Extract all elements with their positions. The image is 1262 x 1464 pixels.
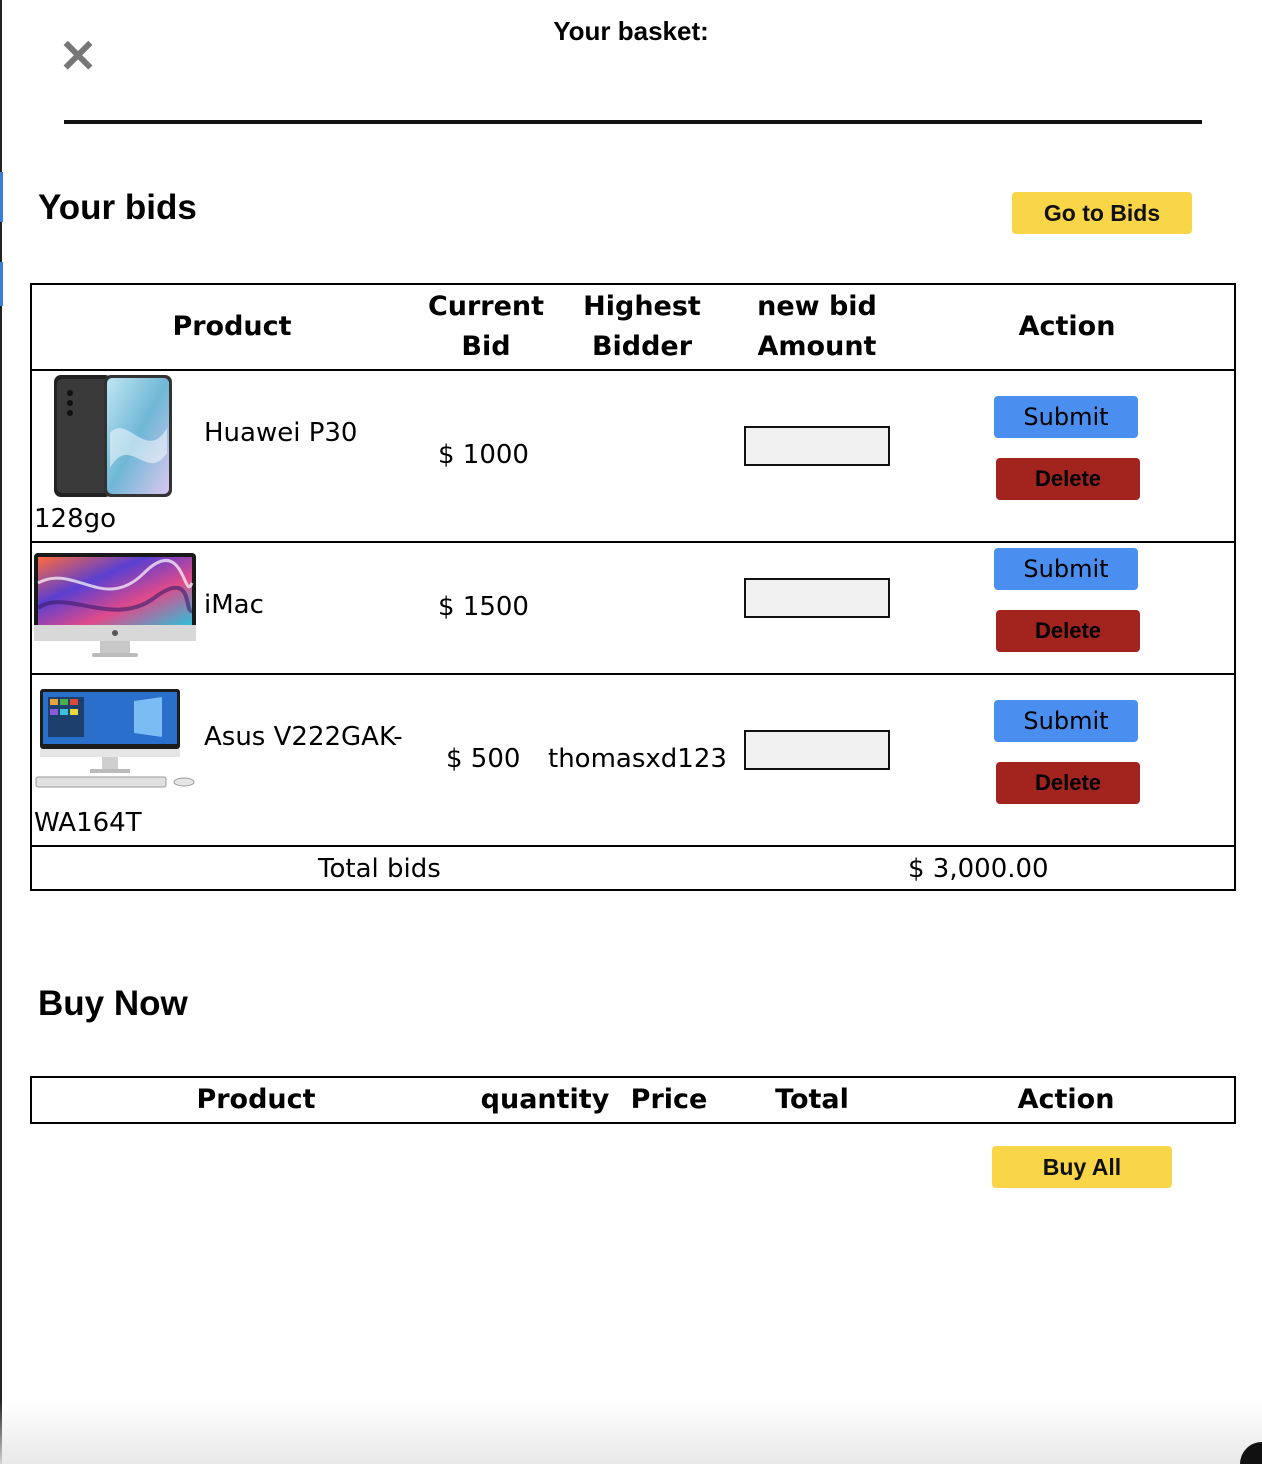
submit-bid-button[interactable]: Submit [994, 700, 1138, 742]
delete-bid-button[interactable]: Delete [996, 458, 1140, 500]
product-name: Huawei P30 [204, 418, 358, 448]
new-bid-input[interactable] [744, 426, 890, 466]
buy-all-button[interactable]: Buy All [992, 1146, 1172, 1188]
product-name: iMac [204, 590, 264, 620]
product-name-continued: WA164T [34, 808, 142, 838]
total-bids-label: Total bids [318, 854, 441, 884]
delete-bid-button[interactable]: Delete [996, 762, 1140, 804]
header-divider [64, 120, 1202, 124]
edge-accent [0, 262, 3, 306]
column-header-total: Total [775, 1084, 849, 1115]
column-header-highest-bidder-line2: Bidder [591, 331, 693, 362]
imac-image [34, 553, 196, 657]
current-bid-value: $ 1000 [438, 440, 529, 470]
row-divider [32, 541, 1234, 543]
column-header-quantity: quantity [480, 1084, 610, 1115]
phone-image [54, 375, 172, 497]
column-header-highest-bidder-line1: Highest [583, 291, 701, 322]
row-divider [32, 673, 1234, 675]
buy-now-table: Product quantity Price Total Action [30, 1076, 1236, 1124]
column-header-new-bid-line1: new bid [757, 291, 877, 322]
submit-bid-button[interactable]: Submit [994, 396, 1138, 438]
buy-now-heading: Buy Now [38, 984, 188, 1023]
window-left-edge [0, 0, 3, 1464]
edge-accent [0, 172, 3, 222]
go-to-bids-button[interactable]: Go to Bids [1012, 192, 1192, 234]
current-bid-value: $ 500 [446, 744, 521, 774]
bottom-shadow [0, 1400, 1262, 1464]
column-header-action: Action [1017, 1084, 1115, 1115]
current-bid-value: $ 1500 [438, 592, 529, 622]
column-header-action: Action [1018, 311, 1116, 342]
total-bids-value: $ 3,000.00 [908, 854, 1049, 884]
bids-table: Product Current Bid Highest Bidder new b… [30, 283, 1236, 891]
column-header-current-bid-line2: Bid [461, 331, 511, 362]
column-header-product: Product [172, 311, 292, 342]
highest-bidder-value: thomasxd123 [548, 744, 727, 774]
new-bid-input[interactable] [744, 730, 890, 770]
your-bids-heading: Your bids [38, 188, 197, 227]
desktop-image [35, 689, 195, 788]
basket-title: Your basket: [553, 16, 709, 46]
new-bid-input[interactable] [744, 578, 890, 618]
row-divider [32, 369, 1234, 371]
submit-bid-button[interactable]: Submit [994, 548, 1138, 590]
column-header-new-bid-line2: Amount [757, 331, 877, 362]
product-name: Asus V222GAK- [204, 722, 403, 752]
column-header-product: Product [196, 1084, 316, 1115]
product-name-continued: 128go [34, 504, 117, 534]
column-header-price: Price [630, 1084, 708, 1115]
column-header-current-bid-line1: Current [427, 291, 545, 322]
row-divider [32, 845, 1234, 847]
delete-bid-button[interactable]: Delete [996, 610, 1140, 652]
